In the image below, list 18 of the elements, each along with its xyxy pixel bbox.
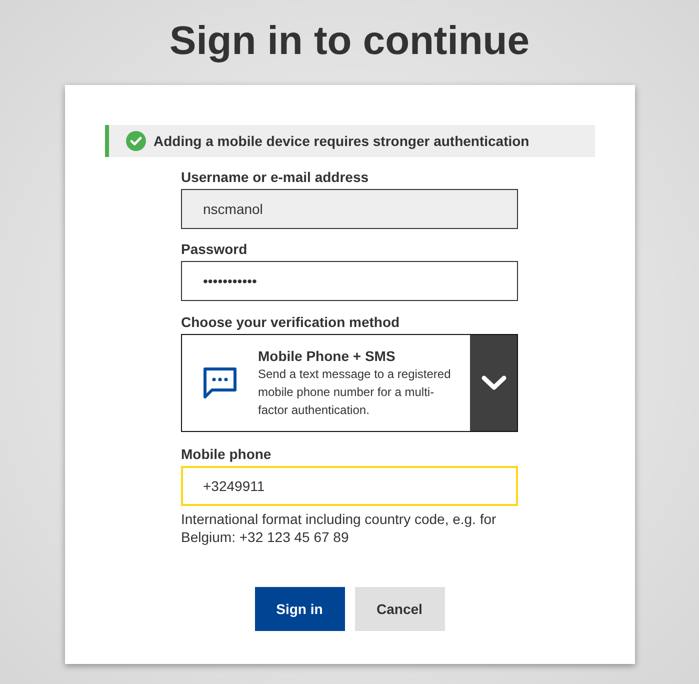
check-circle-icon bbox=[126, 131, 146, 151]
method-title: Mobile Phone + SMS bbox=[258, 347, 396, 365]
field-label: Choose your verification method bbox=[181, 314, 401, 330]
method-description: Send a text message to a registered mobile phone number for a multi-factor authentication. bbox=[258, 366, 452, 419]
message-icon bbox=[202, 366, 238, 400]
chevron-down-icon bbox=[480, 375, 506, 391]
field-label: Mobile phone bbox=[181, 446, 272, 462]
input-field[interactable]: +3249911 bbox=[181, 466, 518, 506]
field-label: Username or e-mail address bbox=[181, 169, 370, 185]
dropdown-toggle[interactable] bbox=[470, 335, 517, 431]
cancel-button[interactable]: Cancel bbox=[354, 587, 444, 631]
verification-select[interactable]: Mobile Phone + SMS Send a text message to a registered mobile phone number for a multi-factor authentication. bbox=[181, 334, 518, 432]
sign-in-button[interactable]: Sign in bbox=[254, 587, 344, 631]
field-label: Password bbox=[181, 241, 248, 257]
input-field[interactable]: ••••••••••• bbox=[181, 261, 518, 301]
notice-text: Adding a mobile device requires stronger authentication bbox=[154, 132, 530, 151]
field-hint: International format including country code, e.g. for Belgium: +32 123 45 67 89 bbox=[181, 510, 498, 546]
page-title: Sign in to continue bbox=[170, 18, 530, 64]
